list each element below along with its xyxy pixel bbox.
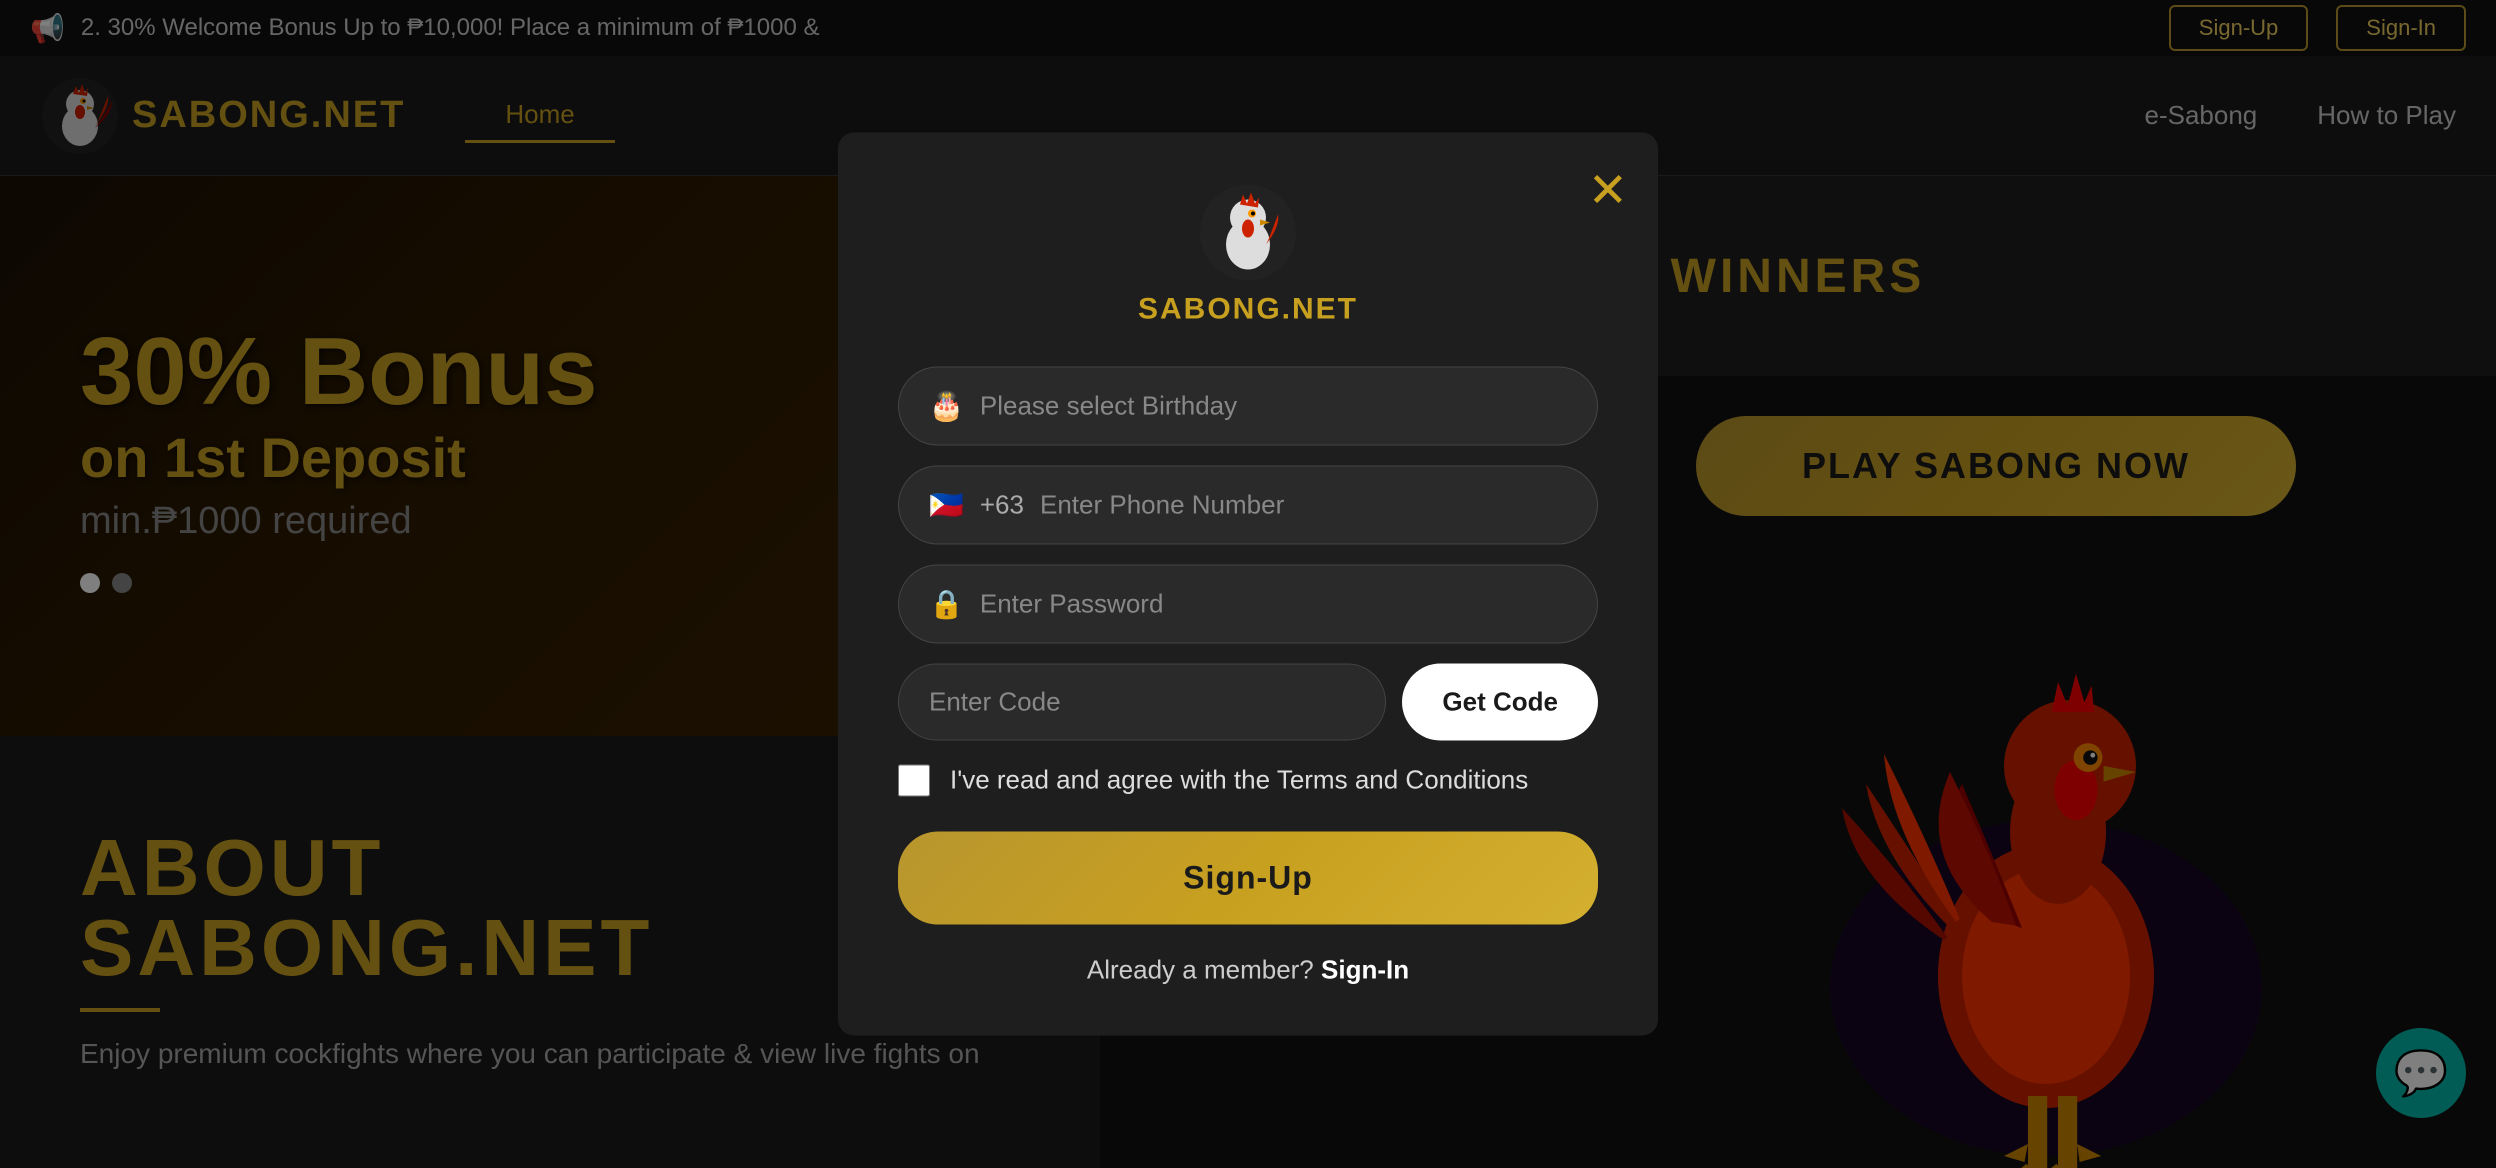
modal-logo: SABONG.NET: [898, 183, 1598, 327]
terms-row: I've read and agree with the Terms and C…: [898, 761, 1598, 800]
flag-icon: 🇵🇭: [929, 489, 964, 522]
signup-button[interactable]: Sign-Up: [898, 832, 1598, 925]
modal-close-button[interactable]: ✕: [1588, 163, 1628, 219]
lock-icon: 🔒: [929, 588, 964, 621]
modal-logo-text: SABONG.NET: [1138, 293, 1358, 327]
phone-input[interactable]: [1040, 490, 1567, 521]
terms-checkbox[interactable]: [898, 765, 930, 797]
signin-link[interactable]: Sign-In: [1321, 955, 1409, 985]
birthday-field[interactable]: 🎂: [898, 367, 1598, 446]
modal-logo-icon: [1198, 183, 1298, 283]
birthday-icon: 🎂: [929, 390, 964, 423]
code-row: Get Code: [898, 664, 1598, 741]
get-code-button[interactable]: Get Code: [1402, 664, 1598, 741]
login-prompt: Already a member? Sign-In: [898, 955, 1598, 986]
phone-field[interactable]: 🇵🇭 +63: [898, 466, 1598, 545]
code-input[interactable]: [929, 687, 1355, 718]
birthday-input[interactable]: [980, 391, 1567, 422]
password-input[interactable]: [980, 589, 1567, 620]
terms-text: I've read and agree with the Terms and C…: [950, 761, 1528, 800]
already-member-text: Already a member?: [1087, 955, 1314, 985]
code-input-wrap[interactable]: [898, 664, 1386, 741]
phone-code: +63: [980, 490, 1024, 521]
password-field[interactable]: 🔒: [898, 565, 1598, 644]
signup-modal: ✕ SABONG.NET 🎂 🇵🇭 +63 🔒: [838, 133, 1658, 1036]
